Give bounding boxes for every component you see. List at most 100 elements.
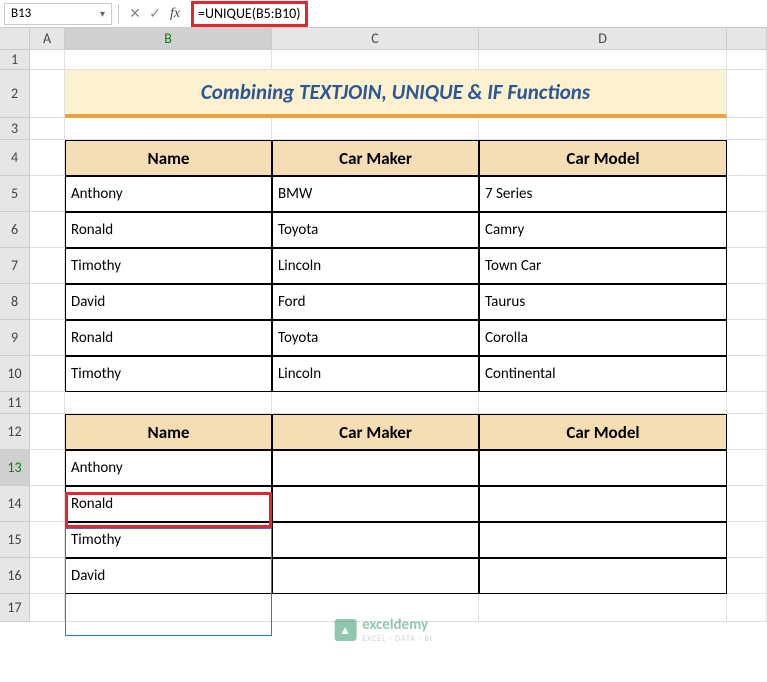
cell-a17[interactable] — [30, 594, 65, 622]
row-header-9[interactable]: 9 — [0, 320, 30, 356]
cell-d14[interactable] — [479, 486, 727, 522]
confirm-icon[interactable]: ✓ — [145, 4, 165, 24]
cell-e13[interactable] — [727, 450, 767, 486]
cell-b17[interactable] — [65, 594, 272, 622]
row-header-17[interactable]: 17 — [0, 594, 30, 622]
cell-e1[interactable] — [727, 50, 767, 70]
cell-d8[interactable]: Taurus — [479, 284, 727, 320]
cell-a4[interactable] — [30, 140, 65, 176]
row-header-7[interactable]: 7 — [0, 248, 30, 284]
row-header-5[interactable]: 5 — [0, 176, 30, 212]
cell-e11[interactable] — [727, 392, 767, 414]
cell-a13[interactable] — [30, 450, 65, 486]
header-name-1[interactable]: Name — [65, 140, 272, 176]
cell-d1[interactable] — [479, 50, 727, 70]
cell-a3[interactable] — [30, 118, 65, 140]
cell-c10[interactable]: Lincoln — [272, 356, 479, 392]
row-header-11[interactable]: 11 — [0, 392, 30, 414]
cell-d15[interactable] — [479, 522, 727, 558]
select-all-corner[interactable] — [0, 28, 30, 50]
formula-input[interactable]: =UNIQUE(B5:B10) — [185, 3, 763, 25]
cell-d7[interactable]: Town Car — [479, 248, 727, 284]
cell-e2[interactable] — [727, 70, 767, 118]
cell-e10[interactable] — [727, 356, 767, 392]
cell-d3[interactable] — [479, 118, 727, 140]
cell-a16[interactable] — [30, 558, 65, 594]
row-header-8[interactable]: 8 — [0, 284, 30, 320]
row-header-16[interactable]: 16 — [0, 558, 30, 594]
row-header-3[interactable]: 3 — [0, 118, 30, 140]
cell-e4[interactable] — [727, 140, 767, 176]
cell-a6[interactable] — [30, 212, 65, 248]
cell-c16[interactable] — [272, 558, 479, 594]
cell-e15[interactable] — [727, 522, 767, 558]
header-model-2[interactable]: Car Model — [479, 414, 727, 450]
cell-d10[interactable]: Continental — [479, 356, 727, 392]
cell-d17[interactable] — [479, 594, 727, 622]
cancel-icon[interactable]: ✕ — [125, 4, 145, 24]
cell-c1[interactable] — [272, 50, 479, 70]
header-maker-2[interactable]: Car Maker — [272, 414, 479, 450]
header-name-2[interactable]: Name — [65, 414, 272, 450]
cell-b11[interactable] — [65, 392, 272, 414]
cell-e5[interactable] — [727, 176, 767, 212]
cell-b8[interactable]: David — [65, 284, 272, 320]
cell-d6[interactable]: Camry — [479, 212, 727, 248]
cell-a10[interactable] — [30, 356, 65, 392]
cell-b16[interactable]: David — [65, 558, 272, 594]
cell-b6[interactable]: Ronald — [65, 212, 272, 248]
cell-a12[interactable] — [30, 414, 65, 450]
cell-e8[interactable] — [727, 284, 767, 320]
cell-c5[interactable]: BMW — [272, 176, 479, 212]
cell-d9[interactable]: Corolla — [479, 320, 727, 356]
col-header-c[interactable]: C — [272, 28, 479, 50]
cell-c9[interactable]: Toyota — [272, 320, 479, 356]
row-header-15[interactable]: 15 — [0, 522, 30, 558]
cell-d5[interactable]: 7 Series — [479, 176, 727, 212]
cell-c8[interactable]: Ford — [272, 284, 479, 320]
cell-a7[interactable] — [30, 248, 65, 284]
cell-c14[interactable] — [272, 486, 479, 522]
cell-d13[interactable] — [479, 450, 727, 486]
cell-a11[interactable] — [30, 392, 65, 414]
cell-e6[interactable] — [727, 212, 767, 248]
cell-c11[interactable] — [272, 392, 479, 414]
cell-c13[interactable] — [272, 450, 479, 486]
col-header-a[interactable]: A — [30, 28, 65, 50]
row-header-10[interactable]: 10 — [0, 356, 30, 392]
cell-e17[interactable] — [727, 594, 767, 622]
cell-b10[interactable]: Timothy — [65, 356, 272, 392]
cell-b9[interactable]: Ronald — [65, 320, 272, 356]
cell-b3[interactable] — [65, 118, 272, 140]
row-header-13[interactable]: 13 — [0, 450, 30, 486]
cell-b7[interactable]: Timothy — [65, 248, 272, 284]
cell-a1[interactable] — [30, 50, 65, 70]
row-header-12[interactable]: 12 — [0, 414, 30, 450]
cell-b5[interactable]: Anthony — [65, 176, 272, 212]
col-header-b[interactable]: B — [65, 28, 272, 50]
cell-a5[interactable] — [30, 176, 65, 212]
cell-c6[interactable]: Toyota — [272, 212, 479, 248]
header-maker-1[interactable]: Car Maker — [272, 140, 479, 176]
row-header-1[interactable]: 1 — [0, 50, 30, 70]
cell-b13[interactable]: Anthony — [65, 450, 272, 486]
row-header-6[interactable]: 6 — [0, 212, 30, 248]
row-header-14[interactable]: 14 — [0, 486, 30, 522]
title-cell[interactable]: Combining TEXTJOIN, UNIQUE & IF Function… — [65, 70, 727, 118]
cell-c15[interactable] — [272, 522, 479, 558]
fx-icon[interactable]: fx — [165, 4, 185, 24]
cell-e12[interactable] — [727, 414, 767, 450]
cell-d16[interactable] — [479, 558, 727, 594]
row-header-4[interactable]: 4 — [0, 140, 30, 176]
cell-d11[interactable] — [479, 392, 727, 414]
cell-e16[interactable] — [727, 558, 767, 594]
cell-e7[interactable] — [727, 248, 767, 284]
chevron-down-icon[interactable]: ▾ — [100, 7, 105, 20]
cell-a9[interactable] — [30, 320, 65, 356]
cell-c3[interactable] — [272, 118, 479, 140]
cell-a15[interactable] — [30, 522, 65, 558]
col-header-d[interactable]: D — [479, 28, 727, 50]
col-header-blank[interactable] — [727, 28, 767, 50]
header-model-1[interactable]: Car Model — [479, 140, 727, 176]
cell-b14[interactable]: Ronald — [65, 486, 272, 522]
